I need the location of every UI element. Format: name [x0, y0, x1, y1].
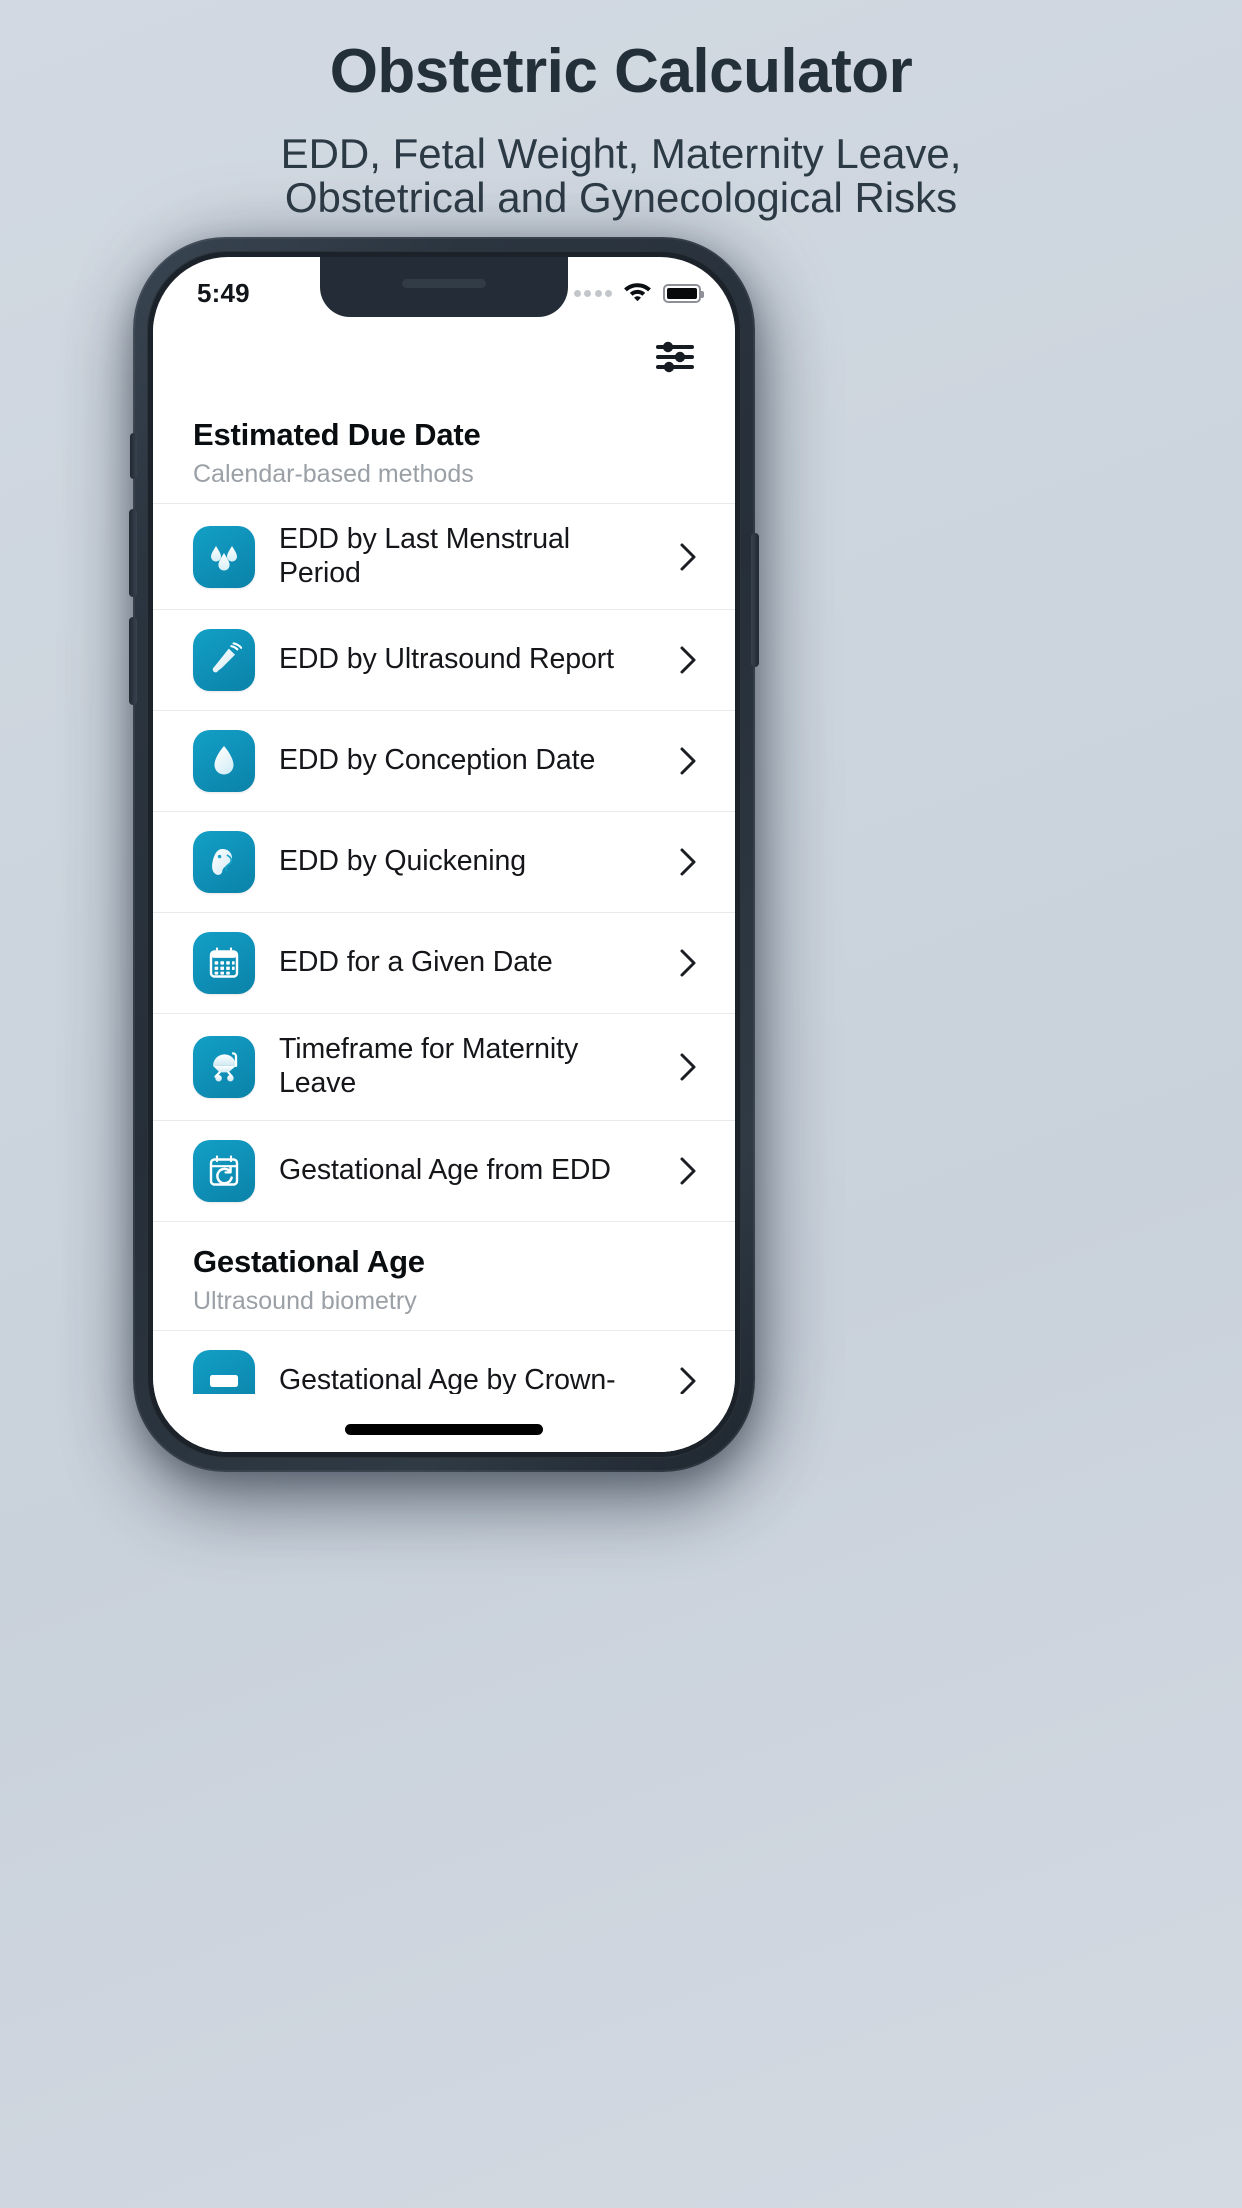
stroller-icon	[193, 1035, 255, 1098]
section-subtitle: Ultrasound biometry	[193, 1286, 417, 1315]
signal-dots-icon	[573, 289, 612, 297]
list-item-label: Timeframe for Maternity Leave	[279, 1033, 579, 1099]
calendar-refresh-icon	[193, 1139, 255, 1202]
home-indicator[interactable]	[345, 1424, 543, 1435]
status-bar: 5:49	[153, 257, 735, 319]
battery-full-icon	[663, 283, 704, 303]
mute-switch[interactable]	[130, 433, 137, 479]
promo-title: Obstetric Calculator	[329, 37, 913, 106]
phone-device: 5:49 Estimated Due Date Calendar-based m…	[129, 237, 759, 1472]
chevron-right-icon	[675, 539, 701, 575]
list-item-label: EDD for a Given Date	[279, 946, 553, 979]
volume-up-button[interactable]	[129, 509, 137, 597]
promo-subtitle: EDD, Fetal Weight, Maternity Leave, Obst…	[0, 132, 1242, 220]
chevron-right-icon	[675, 1049, 701, 1085]
list-item-label: EDD by Ultrasound Report	[279, 643, 614, 676]
calendar-icon	[193, 932, 255, 995]
list-item-label: Gestational Age by Crown-	[279, 1363, 616, 1396]
section-estimated-due-date: Estimated Due Date Calendar-based method…	[153, 395, 735, 1221]
list-item-gestational-age-from-edd[interactable]: Gestational Age from EDD	[153, 1119, 735, 1221]
volume-down-button[interactable]	[129, 617, 137, 705]
ultrasound-probe-icon	[193, 629, 255, 692]
section-header: Estimated Due Date Calendar-based method…	[153, 411, 735, 503]
bottom-safe-area	[153, 1394, 735, 1452]
ovum-egg-icon	[193, 730, 255, 793]
promo-subtitle-line-2: Obstetrical and Gynecological Risks	[284, 174, 958, 222]
section-subtitle: Calendar-based methods	[193, 460, 474, 488]
section-title: Estimated Due Date	[193, 417, 481, 452]
promo-subtitle-line-1: EDD, Fetal Weight, Maternity Leave,	[280, 130, 962, 178]
fetus-icon	[193, 831, 255, 894]
list-item-label: EDD by Quickening	[279, 845, 526, 878]
chevron-right-icon	[675, 743, 701, 779]
list-item-label: Gestational Age from EDD	[279, 1153, 611, 1186]
status-indicators	[573, 280, 704, 306]
list-item-label: EDD by Conception Date	[279, 744, 596, 777]
section-header: Gestational Age Ultrasound biometry	[153, 1238, 735, 1330]
app-bar	[153, 319, 735, 395]
app-content: Estimated Due Date Calendar-based method…	[153, 319, 735, 1452]
section-title: Gestational Age	[193, 1243, 425, 1279]
promo-header: Obstetric Calculator EDD, Fetal Weight, …	[0, 0, 1242, 220]
list-item-edd-by-last-menstrual-period[interactable]: EDD by Last Menstrual Period	[153, 503, 735, 609]
list-item-edd-by-quickening[interactable]: EDD by Quickening	[153, 811, 735, 912]
chevron-right-icon	[675, 642, 701, 678]
list-item-edd-by-conception-date[interactable]: EDD by Conception Date	[153, 710, 735, 811]
wifi-icon	[623, 280, 652, 306]
list-item-edd-for-a-given-date[interactable]: EDD for a Given Date	[153, 912, 735, 1013]
sliders-icon[interactable]	[649, 331, 701, 383]
power-button[interactable]	[751, 533, 759, 667]
phone-screen: 5:49 Estimated Due Date Calendar-based m…	[153, 257, 735, 1452]
list-item-timeframe-for-maternity-leave[interactable]: Timeframe for Maternity Leave	[153, 1013, 735, 1119]
list-item-label: EDD by Last Menstrual Period	[279, 523, 570, 589]
device-bezel: 5:49 Estimated Due Date Calendar-based m…	[147, 251, 741, 1458]
chevron-right-icon	[675, 1153, 701, 1189]
list-item-edd-by-ultrasound-report[interactable]: EDD by Ultrasound Report	[153, 609, 735, 710]
status-time: 5:49	[197, 277, 250, 308]
chevron-right-icon	[675, 945, 701, 981]
chevron-right-icon	[675, 844, 701, 880]
blood-drops-icon	[193, 525, 255, 588]
